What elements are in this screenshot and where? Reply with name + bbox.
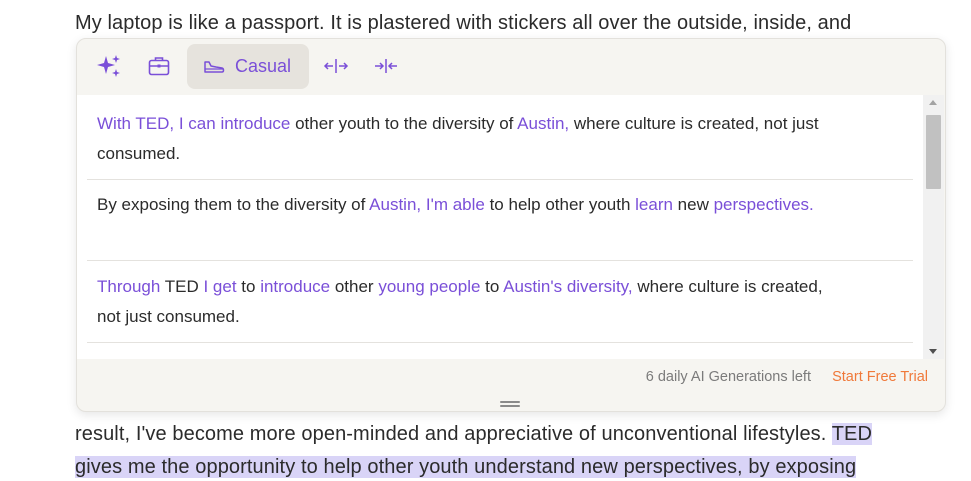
generations-left-text: 6 daily AI Generations left (645, 369, 811, 385)
unchanged-text: to (236, 277, 261, 296)
suggestion-list: With TED, I can introduce other youth to… (77, 95, 923, 359)
unchanged-text: other youth to the diversity of (290, 114, 518, 133)
document-line-3: gives me the opportunity to help other y… (75, 456, 857, 479)
changed-text: Through (97, 277, 161, 296)
highlighted-text: TED (831, 423, 873, 445)
expand-icon[interactable] (323, 53, 349, 79)
scrollbar[interactable] (923, 95, 944, 359)
document-line-2: result, I've become more open-minded and… (75, 423, 873, 446)
shorten-icon[interactable] (373, 53, 399, 79)
divider (87, 342, 913, 343)
changed-text: learn (635, 195, 673, 214)
resize-handle-icon[interactable] (500, 401, 520, 407)
changed-text: Austin, (517, 114, 570, 133)
unchanged-text: By exposing them to the diversity of (97, 195, 370, 214)
suggestion-item[interactable]: By exposing them to the diversity of Aus… (97, 190, 913, 220)
tone-casual-button[interactable]: Casual (187, 44, 309, 89)
scrollbar-thumb[interactable] (926, 115, 941, 189)
changed-text: Austin's diversity, (503, 277, 633, 296)
rewrite-popup: Casual With TED, I can introduce other y… (76, 38, 946, 412)
sparkle-icon[interactable] (96, 53, 122, 79)
tone-toolbar: Casual (77, 39, 945, 95)
changed-text: young people (378, 277, 481, 296)
unchanged-text: to (480, 277, 504, 296)
suggestion-item[interactable]: Through TED I get to introduce other you… (97, 272, 913, 332)
unchanged-text: to help other youth (484, 195, 636, 214)
tone-label: Casual (235, 56, 292, 76)
unchanged-text: new (672, 195, 714, 214)
divider (87, 179, 913, 180)
unchanged-text: TED (160, 277, 204, 296)
start-free-trial-link[interactable]: Start Free Trial (832, 369, 928, 385)
suggestion-item[interactable]: With TED, I can introduce other youth to… (97, 109, 913, 169)
unchanged-text: other (330, 277, 379, 296)
changed-text: perspectives. (713, 195, 814, 214)
changed-text: Austin, I'm able (369, 195, 485, 214)
highlighted-text: gives me the opportunity to help other y… (75, 456, 857, 478)
document-text: result, I've become more open-minded and… (75, 423, 832, 445)
document-line-1: My laptop is like a passport. It is plas… (75, 12, 852, 34)
changed-text: I get (203, 277, 237, 296)
scroll-down-arrow-icon[interactable] (929, 349, 937, 354)
divider (87, 260, 913, 261)
changed-text: With TED, I can introduce (97, 114, 291, 133)
briefcase-icon[interactable] (146, 53, 172, 79)
scroll-up-arrow-icon[interactable] (929, 100, 937, 105)
sneaker-icon (203, 59, 225, 75)
changed-text: introduce (260, 277, 331, 296)
